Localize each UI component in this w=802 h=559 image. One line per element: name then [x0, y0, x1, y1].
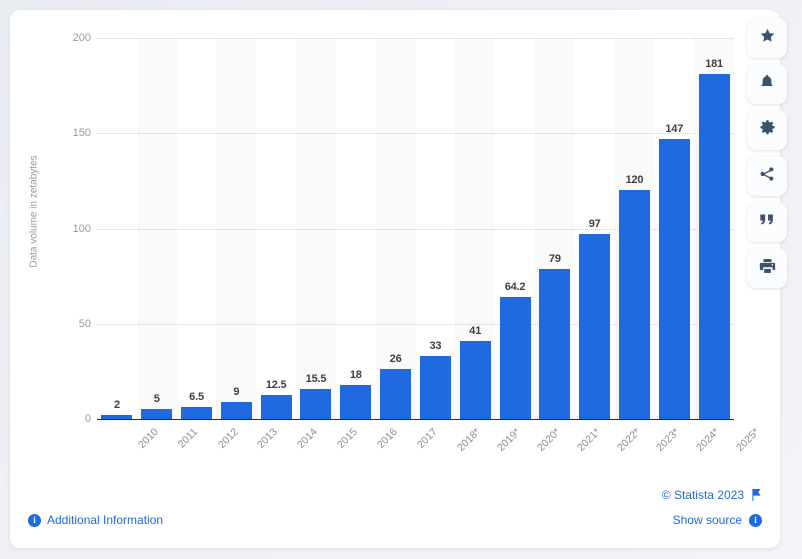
- info-icon: i: [749, 513, 762, 527]
- x-axis-tick-label: 2023*: [654, 426, 683, 454]
- plot-area: 2 5 6.5 9 12.5 15.5 18 26 33 41 64.2 79 97 120 147 181: [97, 38, 734, 420]
- x-axis-tick-label: 2025*: [734, 426, 763, 454]
- x-axis-tick-label: 2018*: [455, 426, 484, 454]
- bar-value-label: 147: [665, 122, 684, 135]
- bar[interactable]: [579, 234, 611, 419]
- y-axis-tick-label: 200: [72, 32, 91, 44]
- gridline: [97, 38, 734, 39]
- bar[interactable]: [618, 190, 650, 419]
- citation-quote-icon: [759, 213, 775, 231]
- bar[interactable]: [141, 409, 173, 419]
- bar[interactable]: [539, 268, 571, 419]
- x-axis-tick-label: 2020*: [535, 426, 563, 454]
- bar[interactable]: [419, 356, 451, 419]
- x-axis-tick-label: 2012: [215, 426, 241, 452]
- x-axis-tick-label: 2015: [334, 426, 360, 452]
- x-axis-tick-label: 2019*: [495, 426, 524, 454]
- x-axis-tick-label: 2017: [414, 426, 440, 452]
- bar[interactable]: [300, 389, 332, 419]
- y-axis-tick-label: 150: [72, 127, 91, 140]
- x-axis-tick-label: 2014: [294, 426, 321, 452]
- bar-value-label: 18: [349, 368, 362, 381]
- y-axis-tick-label: 50: [78, 317, 91, 330]
- statistic-card: Data volume in zetabytes 0 50 100 150 200 25…: [10, 10, 780, 548]
- y-axis-tick-label: 0: [84, 413, 91, 425]
- info-icon: i: [28, 513, 41, 527]
- additional-information-link[interactable]: i Additional Information: [28, 513, 163, 527]
- bar-value-label: 26: [389, 353, 402, 366]
- gridline: [97, 133, 734, 135]
- bar-value-label: 41: [469, 324, 482, 337]
- bar[interactable]: [340, 384, 372, 419]
- bar-chart: Data volume in zetabytes 0 50 100 150 200 25…: [10, 10, 780, 480]
- card-footer: i Additional Information © Statista 2023…: [10, 478, 780, 548]
- y-axis-tick-label: 100: [72, 222, 91, 235]
- x-axis-line: [97, 419, 734, 420]
- share-button[interactable]: [747, 156, 787, 196]
- show-source-link[interactable]: Show source i: [673, 513, 762, 527]
- bar-value-label: 120: [625, 174, 644, 187]
- share-icon: [759, 166, 775, 187]
- show-source-label: Show source: [672, 513, 742, 527]
- copyright-label: © Statista 2023: [661, 488, 744, 502]
- favorite-star-icon: [759, 27, 776, 49]
- bar[interactable]: [459, 340, 491, 419]
- bar-value-label: 33: [429, 340, 442, 353]
- x-axis-tick-label: 2024*: [694, 426, 723, 454]
- x-axis-tick-label: 2016: [374, 426, 400, 452]
- bar[interactable]: [698, 74, 730, 419]
- settings-gear-button[interactable]: [747, 110, 787, 150]
- bar[interactable]: [260, 395, 292, 419]
- citation-quote-button[interactable]: [747, 202, 787, 242]
- print-button[interactable]: [747, 248, 787, 288]
- action-icon-rail: [742, 18, 792, 288]
- x-axis-tick-label: 2010: [135, 426, 161, 452]
- favorite-star-button[interactable]: [747, 18, 787, 58]
- bar[interactable]: [181, 406, 213, 419]
- bar-value-label: 64.2: [504, 280, 526, 293]
- x-axis-tick-label: 2011: [175, 426, 200, 451]
- additional-information-label: Additional Information: [47, 513, 164, 527]
- flag-icon: [752, 489, 761, 501]
- bar-value-label: 181: [705, 58, 723, 71]
- settings-gear-icon: [759, 119, 776, 141]
- bar[interactable]: [220, 401, 252, 419]
- x-axis: 2010 2011 2012 2013 2014 2015 2016 2017 2018* 201…: [97, 422, 762, 480]
- print-icon: [759, 258, 776, 279]
- bar-value-label: 97: [588, 218, 601, 231]
- screenshot-root: Data volume in zetabytes 0 50 100 150 200 25…: [0, 0, 802, 559]
- x-axis-tick-label: 2013: [255, 426, 281, 452]
- bar[interactable]: [658, 138, 690, 419]
- notification-bell-button[interactable]: [747, 64, 787, 104]
- y-axis-title: Data volume in zetabytes: [28, 155, 40, 268]
- bar[interactable]: [380, 369, 412, 419]
- y-axis: 0 50 100 150 200: [46, 32, 91, 425]
- bar[interactable]: [499, 296, 531, 419]
- notification-bell-icon: [759, 73, 775, 95]
- x-axis-tick-label: 2021*: [574, 426, 603, 454]
- bar-value-label: 79: [548, 252, 561, 265]
- copyright: © Statista 2023: [662, 488, 762, 502]
- x-axis-tick-label: 2022*: [614, 426, 643, 454]
